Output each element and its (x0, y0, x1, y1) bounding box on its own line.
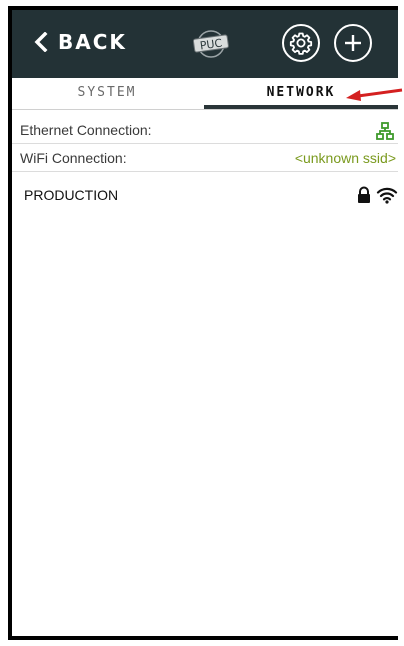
wifi-connection-row: WiFi Connection: <unknown ssid> (12, 146, 398, 172)
plus-icon (345, 35, 361, 51)
wifi-label: WiFi Connection: (20, 150, 127, 166)
tab-system[interactable]: SYSTEM (12, 78, 202, 110)
ethernet-connection-row: Ethernet Connection: (12, 118, 398, 144)
chevron-left-icon (34, 32, 48, 52)
network-ssid: PRODUCTION (24, 187, 119, 203)
puc-logo: PUC (190, 29, 232, 59)
app-screen: BACK PUC SYSTEM NETWORK Ethernet Connect… (8, 6, 403, 640)
tab-divider (12, 109, 398, 110)
network-list-item[interactable]: PRODUCTION (12, 180, 398, 212)
settings-button[interactable] (282, 24, 320, 62)
back-button[interactable]: BACK (34, 30, 127, 54)
wifi-ssid-value: <unknown ssid> (294, 150, 396, 166)
top-bar: BACK PUC (12, 10, 398, 78)
add-button[interactable] (334, 24, 372, 62)
ethernet-label: Ethernet Connection: (20, 122, 152, 138)
back-label: BACK (58, 30, 127, 54)
lock-icon (358, 186, 370, 203)
wifi-signal-icon (376, 187, 398, 204)
annotation-arrow (346, 88, 403, 101)
logo-text: PUC (199, 36, 223, 52)
ethernet-connected-icon (376, 122, 394, 140)
gear-icon (289, 32, 313, 55)
